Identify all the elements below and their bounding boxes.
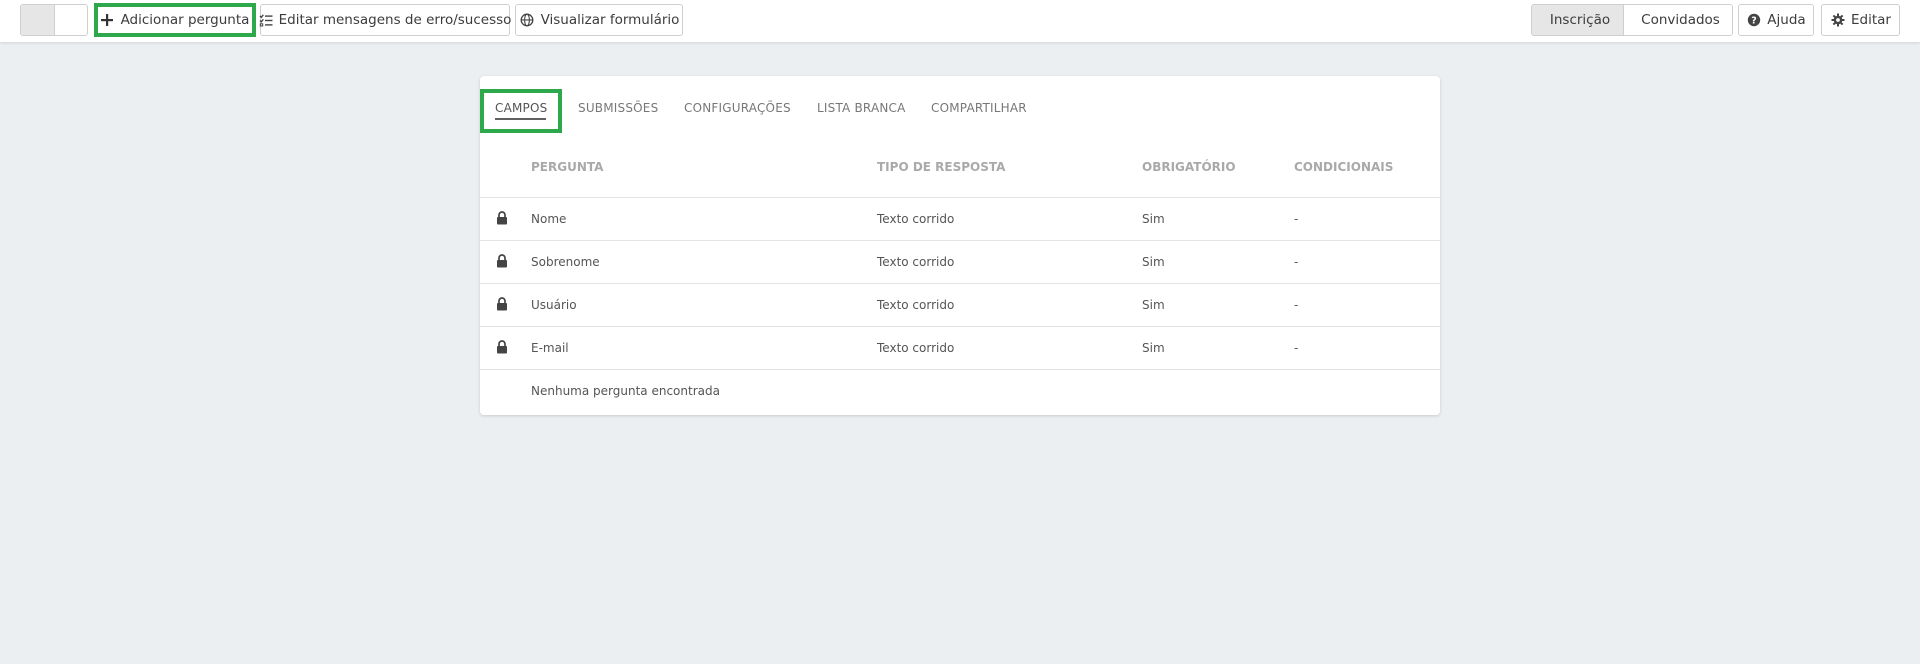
chart-button[interactable] xyxy=(54,5,87,35)
inscricao-label: Inscrição xyxy=(1549,12,1611,28)
plus-icon xyxy=(99,12,115,28)
cell-condicionais: - xyxy=(1294,298,1299,312)
edit-messages-button[interactable]: Editar mensagens de erro/sucesso xyxy=(259,4,512,36)
cell-tipo: Texto corrido xyxy=(877,212,955,226)
cell-pergunta: Nome xyxy=(531,212,567,226)
help-label: Ajuda xyxy=(1767,12,1806,28)
edit-label: Editar xyxy=(1851,12,1891,28)
cell-condicionais: - xyxy=(1294,255,1299,269)
header-obrigatorio[interactable]: OBRIGATÓRIO xyxy=(1142,160,1236,174)
checklist-icon xyxy=(259,12,273,28)
view-form-label: Visualizar formulário xyxy=(540,12,680,28)
inscricao-button[interactable]: Inscrição xyxy=(1532,5,1623,35)
help-button[interactable]: ? Ajuda xyxy=(1738,4,1814,36)
tab-campos[interactable]: CAMPOS xyxy=(495,101,547,115)
convidados-button[interactable]: Convidados xyxy=(1623,5,1732,35)
header-pergunta[interactable]: PERGUNTA xyxy=(531,160,603,174)
cell-obrigatorio: Sim xyxy=(1142,298,1165,312)
active-tab-indicator xyxy=(495,118,546,120)
view-form-button[interactable]: Visualizar formulário xyxy=(515,4,683,36)
table-row[interactable]: Nome Texto corrido Sim - xyxy=(480,197,1440,240)
lock-icon xyxy=(496,297,508,311)
cell-tipo: Texto corrido xyxy=(877,341,955,355)
cell-pergunta: Sobrenome xyxy=(531,255,600,269)
table-row[interactable]: Usuário Texto corrido Sim - xyxy=(480,283,1440,326)
header-condicionais[interactable]: CONDICIONAIS xyxy=(1294,160,1393,174)
globe-icon xyxy=(519,12,535,28)
view-toggle-group xyxy=(20,4,88,36)
cell-condicionais: - xyxy=(1294,212,1299,226)
tab-submissoes[interactable]: SUBMISSÕES xyxy=(578,101,658,115)
cell-obrigatorio: Sim xyxy=(1142,341,1165,355)
header-tipo-resposta[interactable]: TIPO DE RESPOSTA xyxy=(877,160,1005,174)
help-circle-icon: ? xyxy=(1746,12,1762,28)
svg-text:?: ? xyxy=(1752,16,1758,27)
fields-card: CAMPOS SUBMISSÕES CONFIGURAÇÕES LISTA BR… xyxy=(480,76,1440,415)
cell-pergunta: E-mail xyxy=(531,341,569,355)
lock-icon xyxy=(496,211,508,225)
add-question-button[interactable]: Adicionar pergunta xyxy=(94,4,254,36)
lock-icon xyxy=(496,254,508,268)
tab-lista-branca[interactable]: LISTA BRANCA xyxy=(817,101,906,115)
table-header: PERGUNTA TIPO DE RESPOSTA OBRIGATÓRIO CO… xyxy=(480,160,1440,198)
tab-configuracoes[interactable]: CONFIGURAÇÕES xyxy=(684,101,791,115)
cell-obrigatorio: Sim xyxy=(1142,255,1165,269)
cell-obrigatorio: Sim xyxy=(1142,212,1165,226)
table-row[interactable]: E-mail Texto corrido Sim - xyxy=(480,326,1440,369)
cell-condicionais: - xyxy=(1294,341,1299,355)
empty-message: Nenhuma pergunta encontrada xyxy=(531,384,720,398)
cell-tipo: Texto corrido xyxy=(877,298,955,312)
tab-compartilhar[interactable]: COMPARTILHAR xyxy=(931,101,1027,115)
audience-toggle-group: Inscrição Convidados xyxy=(1531,4,1733,36)
menu-button[interactable] xyxy=(21,5,55,35)
edit-messages-label: Editar mensagens de erro/sucesso xyxy=(278,12,512,28)
table-row[interactable]: Sobrenome Texto corrido Sim - xyxy=(480,240,1440,283)
empty-state-row: Nenhuma pergunta encontrada xyxy=(480,369,1440,412)
add-question-label: Adicionar pergunta xyxy=(120,12,250,28)
cell-tipo: Texto corrido xyxy=(877,255,955,269)
edit-button[interactable]: Editar xyxy=(1821,4,1900,36)
cell-pergunta: Usuário xyxy=(531,298,577,312)
gear-icon xyxy=(1830,12,1846,28)
tab-bar: CAMPOS SUBMISSÕES CONFIGURAÇÕES LISTA BR… xyxy=(480,76,1440,136)
convidados-label: Convidados xyxy=(1641,12,1720,28)
lock-icon xyxy=(496,340,508,354)
top-toolbar: Adicionar pergunta Editar mensagens de e… xyxy=(0,0,1920,42)
